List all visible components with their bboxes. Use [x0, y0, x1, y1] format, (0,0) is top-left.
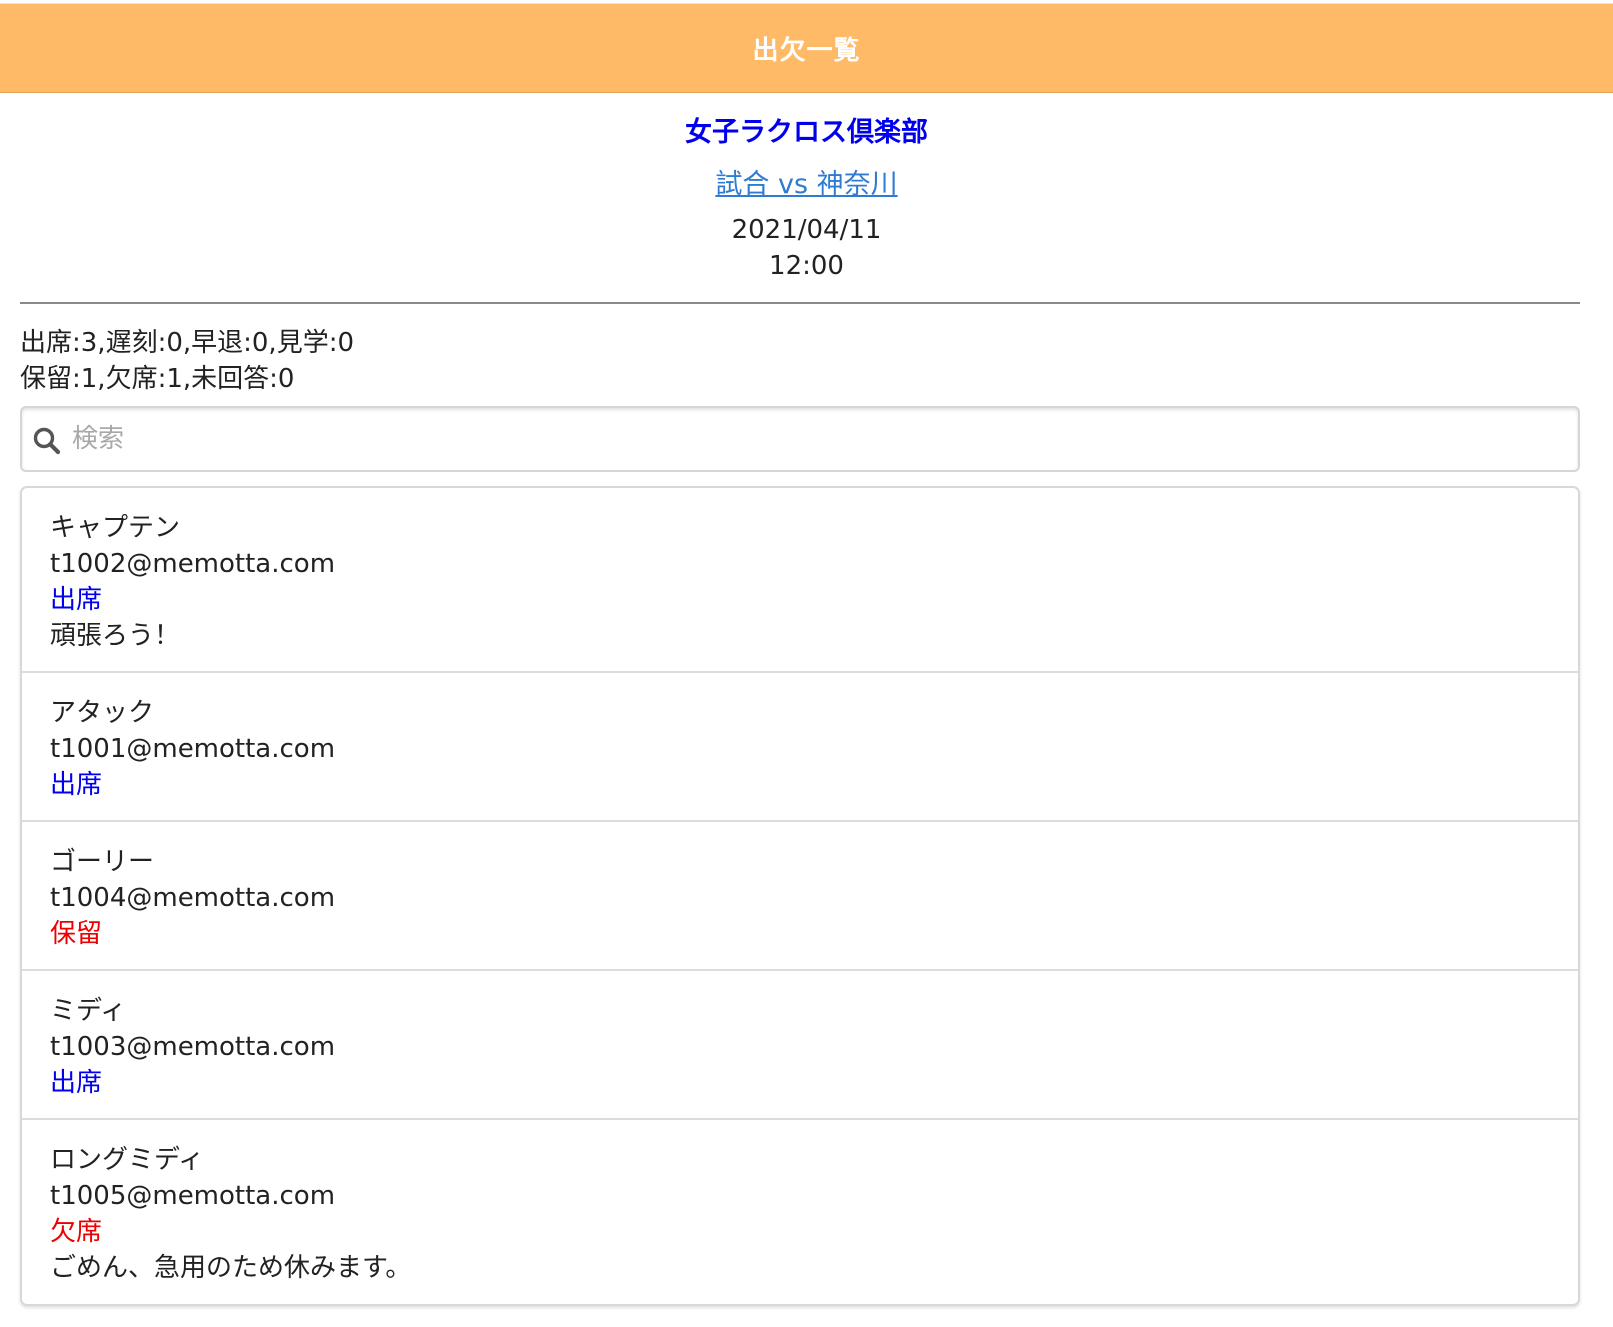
member-name: キャプテン — [50, 513, 181, 543]
list-item[interactable]: ロングミディ t1005@memotta.com 欠席 ごめん、急用のため休みま… — [22, 1120, 1578, 1304]
attendance-summary-line-2: 保留:1,欠席:1,未回答:0 — [20, 364, 295, 394]
member-email: t1001@memotta.com — [50, 734, 336, 764]
list-item[interactable]: キャプテン t1002@memotta.com 出席 頑張ろう！ — [22, 488, 1578, 673]
member-status: 保留 — [50, 919, 103, 949]
member-email: t1005@memotta.com — [50, 1181, 336, 1211]
member-email: t1004@memotta.com — [50, 883, 336, 913]
search-box[interactable] — [20, 406, 1580, 472]
search-icon — [33, 427, 61, 455]
app-header: 出欠一覧 — [0, 3, 1613, 93]
member-list: キャプテン t1002@memotta.com 出席 頑張ろう！ アタック t1… — [20, 486, 1580, 1306]
member-email: t1003@memotta.com — [50, 1032, 336, 1062]
member-comment: 頑張ろう！ — [50, 621, 181, 651]
member-status: 出席 — [50, 770, 103, 800]
organization-name: 女子ラクロス倶楽部 — [685, 117, 928, 148]
member-name: アタック — [50, 698, 155, 728]
member-status: 欠席 — [50, 1217, 103, 1247]
member-status: 出席 — [50, 585, 103, 615]
search-input[interactable] — [70, 416, 1562, 462]
member-name: ロングミディ — [50, 1145, 205, 1175]
member-name: ゴーリー — [50, 847, 155, 877]
attendance-summary-line-1: 出席:3,遅刻:0,早退:0,見学:0 — [20, 328, 355, 358]
divider — [20, 302, 1580, 304]
event-date: 2021/04/11 — [731, 215, 882, 245]
list-item[interactable]: アタック t1001@memotta.com 出席 — [22, 673, 1578, 822]
member-comment: ごめん、急用のため休みます。 — [50, 1253, 412, 1283]
member-email: t1002@memotta.com — [50, 549, 336, 579]
member-status: 出席 — [50, 1068, 103, 1098]
list-item[interactable]: ゴーリー t1004@memotta.com 保留 — [22, 822, 1578, 971]
member-name: ミディ — [50, 996, 127, 1026]
event-time: 12:00 — [769, 251, 844, 281]
event-title-link[interactable]: 試合 vs 神奈川 — [0, 162, 1613, 201]
page-title: 出欠一覧 — [752, 35, 861, 66]
list-item[interactable]: ミディ t1003@memotta.com 出席 — [22, 971, 1578, 1120]
